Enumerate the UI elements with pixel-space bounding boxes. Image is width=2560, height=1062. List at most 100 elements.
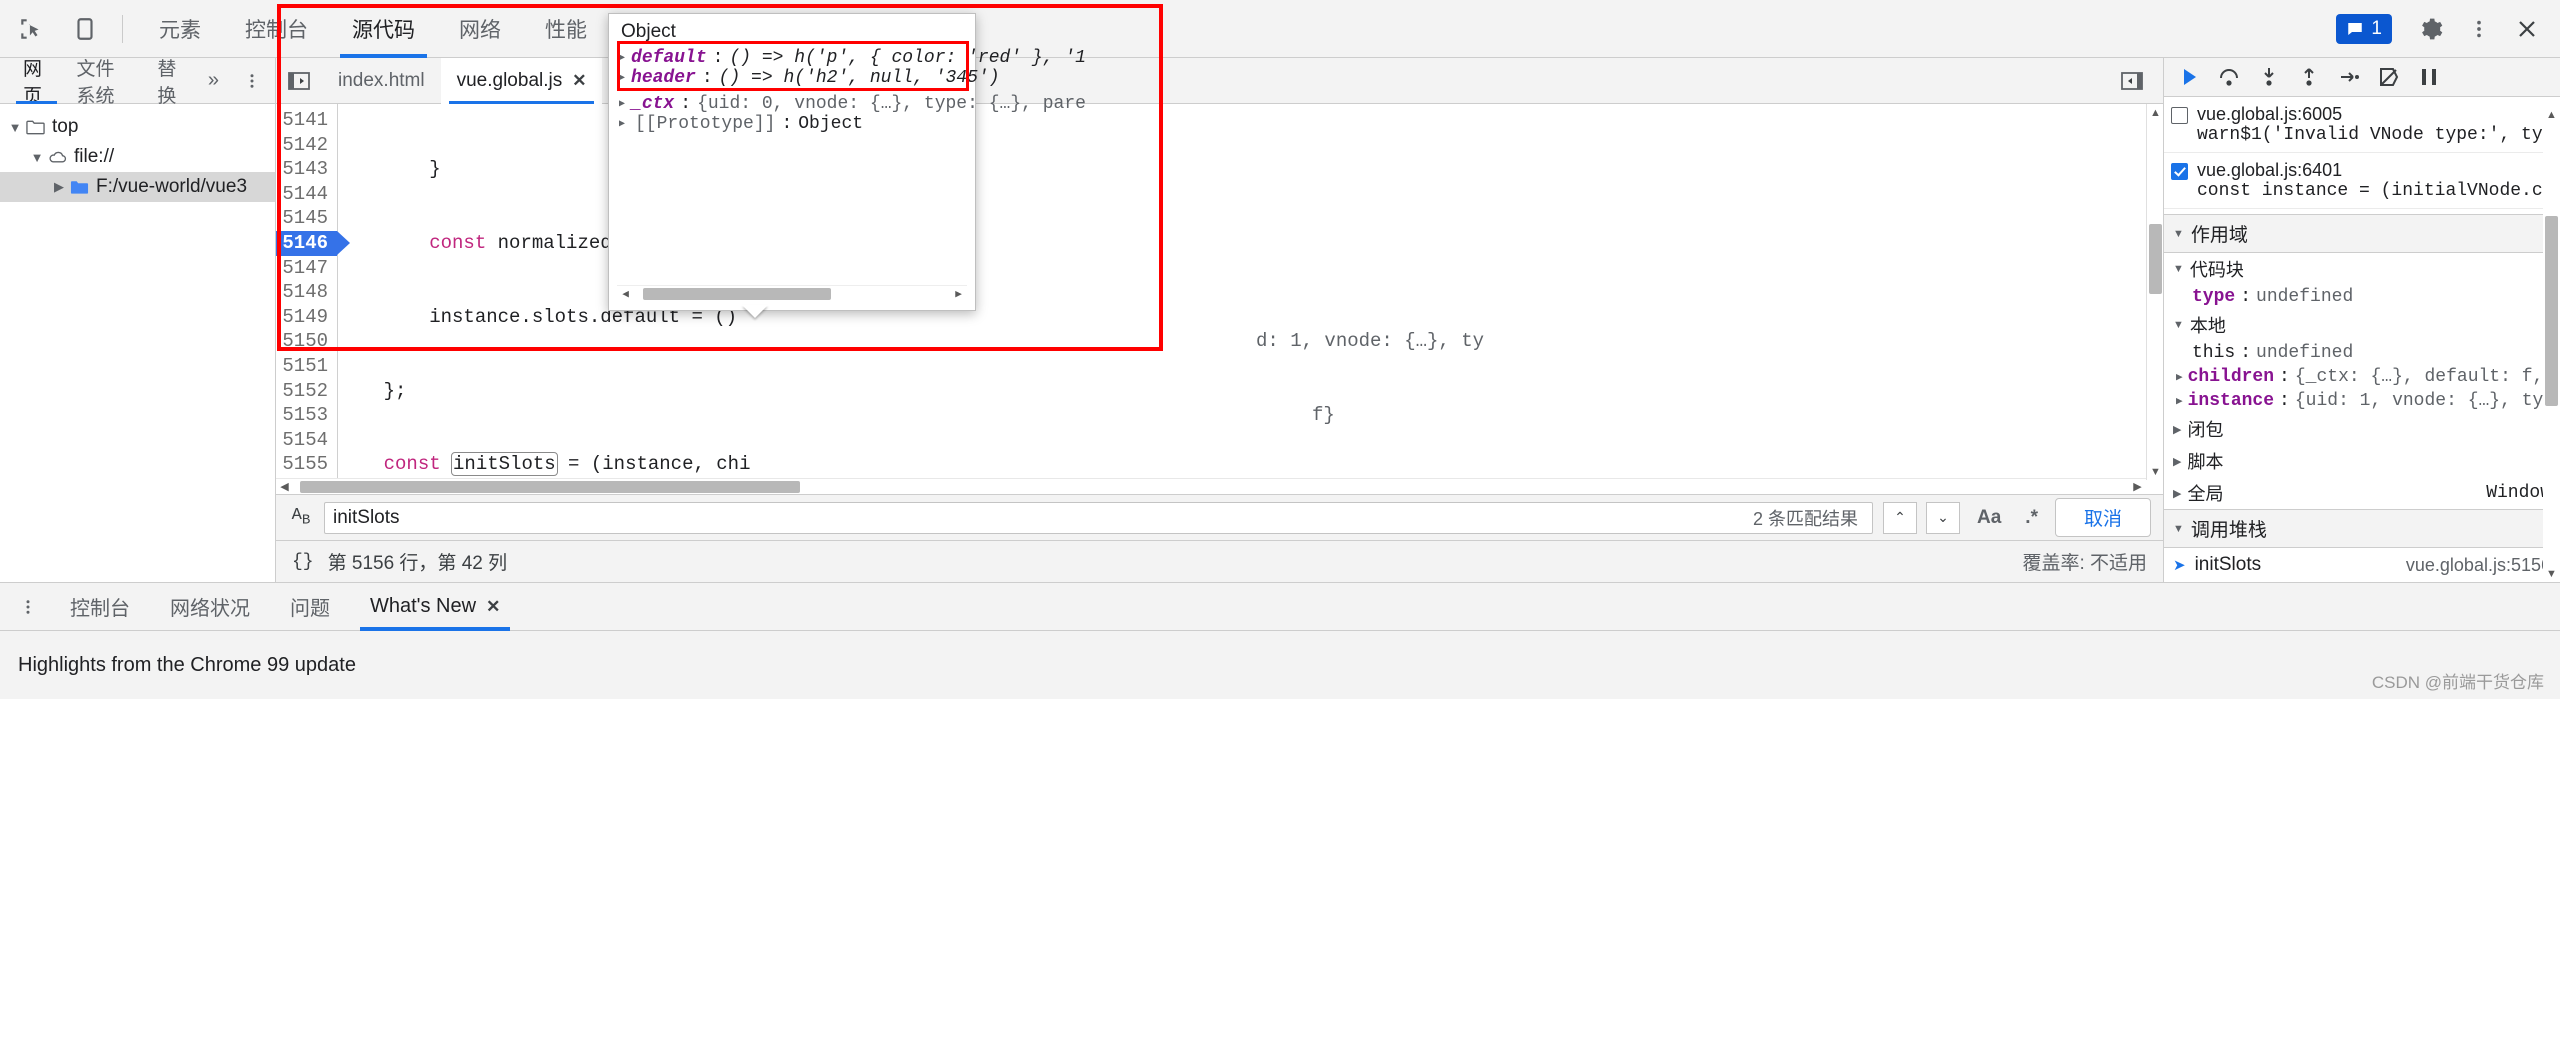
scrollbar-thumb[interactable] [2149,224,2162,294]
close-icon[interactable]: ✕ [572,71,586,91]
panel-tab-network[interactable]: 网络 [437,0,523,58]
panel-tab-console[interactable]: 控制台 [223,0,330,58]
callstack-section-header[interactable]: ▼ 调用堆栈 [2164,509,2560,548]
breakpoint-item[interactable]: vue.global.js:6005 warn$1('Invalid VNode… [2164,97,2560,153]
line-number[interactable]: 5147 [276,256,337,281]
editor-vertical-scrollbar[interactable]: ▲ ▼ [2146,104,2163,480]
line-number[interactable]: 5143 [276,157,337,182]
navigator-tab-filesystem[interactable]: 文件系统 [63,58,144,107]
line-number[interactable]: 5154 [276,428,337,453]
line-number[interactable]: 5152 [276,379,337,404]
line-number[interactable]: 5155 [276,452,337,477]
scroll-left-arrow-icon[interactable]: ◀ [276,479,293,495]
inspect-element-icon[interactable] [8,6,54,52]
line-number[interactable]: 5151 [276,354,337,379]
line-number[interactable]: 5150 [276,329,337,354]
more-vertical-icon[interactable] [6,595,50,619]
code-line[interactable]: const initSlots = (instance, chi [338,452,2163,477]
breakpoint-item[interactable]: vue.global.js:6401 const instance = (ini… [2164,153,2560,209]
match-case-toggle[interactable]: Aa [1970,507,2008,529]
drawer-tab-whats-new[interactable]: What's New ✕ [350,583,520,631]
source-tab-vue-global-js[interactable]: vue.global.js ✕ [440,57,603,104]
panel-tab-performance[interactable]: 性能 [523,0,609,58]
tree-item-vue3-folder[interactable]: ▶ F:/vue-world/vue3 [0,172,275,202]
step-out-button[interactable] [2290,58,2328,96]
line-number[interactable]: 5148 [276,280,337,305]
search-input[interactable] [333,506,1753,529]
scrollbar-thumb[interactable] [2545,216,2558,406]
tree-item-top[interactable]: ▼ top [0,112,275,142]
chevron-right-icon[interactable]: ▶ [619,98,625,110]
chevron-right-icon[interactable]: ▶ [2176,394,2183,408]
search-input-wrapper[interactable]: 2 条匹配结果 [324,501,1873,534]
step-over-button[interactable] [2210,58,2248,96]
breakpoint-checkbox[interactable] [2171,107,2188,124]
scope-group-local[interactable]: ▼ 本地 [2164,309,2560,341]
popup-property-ctx[interactable]: ▶ _ctx: {uid: 0, vnode: {…}, type: {…}, … [615,94,1086,114]
panel-tab-elements[interactable]: 元素 [137,0,223,58]
navigator-tab-page[interactable]: 网页 [10,58,63,107]
scroll-right-arrow-icon[interactable]: ▶ [2129,479,2146,495]
code-line[interactable]: }; [338,379,2163,404]
source-tab-index-html[interactable]: index.html [322,58,441,104]
cancel-button[interactable]: 取消 [2054,498,2151,537]
close-icon[interactable]: ✕ [486,597,500,617]
scrollbar-thumb[interactable] [300,480,800,493]
more-vertical-icon[interactable] [229,70,275,92]
scope-property-instance[interactable]: ▶ instance: {uid: 1, vnode: {…}, type: {… [2164,389,2560,413]
scope-group-global[interactable]: ▶ 全局 Window [2164,477,2560,509]
tree-item-file-scheme[interactable]: ▼ file:// [0,142,275,172]
scope-group-script[interactable]: ▶ 脚本 [2164,445,2560,477]
chevron-right-icon[interactable]: ▶ [2173,487,2181,500]
scroll-up-arrow-icon[interactable]: ▲ [2147,104,2163,121]
drawer-tab-console[interactable]: 控制台 [50,583,150,631]
scope-property-this[interactable]: this: undefined [2164,341,2560,365]
step-into-button[interactable] [2250,58,2288,96]
scroll-left-arrow-icon[interactable]: ◀ [617,286,634,303]
line-number[interactable]: 5153 [276,403,337,428]
line-number[interactable]: 5142 [276,133,337,158]
popup-horizontal-scrollbar[interactable]: ◀ ▶ [617,285,967,302]
code-editor[interactable]: 5141 5142 5143 5144 5145 5146 5147 5148 … [276,104,2163,494]
pretty-print-icon[interactable]: {} [292,552,314,572]
show-debugger-icon[interactable] [2109,70,2155,92]
regex-toggle[interactable]: .* [2018,507,2045,529]
callstack-frame[interactable]: ➤ initSlots vue.global.js:5156 [2164,548,2560,582]
popup-property-default[interactable]: ▶ default: () => h('p', { color: 'red' }… [615,48,1086,68]
find-next-button[interactable]: ⌄ [1926,501,1960,534]
gear-icon[interactable] [2408,6,2454,52]
editor-horizontal-scrollbar[interactable]: ◀ ▶ [276,478,2146,494]
navigator-more-tabs-button[interactable]: » [198,69,229,92]
message-count-badge[interactable]: 1 [2336,13,2392,44]
scope-property-children[interactable]: ▶ children: {_ctx: {…}, default: f, head… [2164,365,2560,389]
twisty-icon[interactable]: ▼ [28,150,46,165]
show-navigator-icon[interactable] [276,70,322,92]
twisty-icon[interactable]: ▼ [6,120,24,135]
scope-group-closure[interactable]: ▶ 闭包 [2164,413,2560,445]
replace-icon[interactable]: AB [288,506,314,528]
scroll-right-arrow-icon[interactable]: ▶ [950,286,967,303]
deactivate-breakpoints-button[interactable] [2370,58,2408,96]
find-prev-button[interactable]: ⌃ [1883,501,1917,534]
line-number[interactable]: 5141 [276,108,337,133]
twisty-icon[interactable]: ▶ [50,179,68,195]
chevron-right-icon[interactable]: ▶ [2173,455,2181,468]
scroll-down-arrow-icon[interactable]: ▼ [2147,463,2163,480]
step-button[interactable] [2330,58,2368,96]
scroll-up-arrow-icon[interactable]: ▲ [2543,106,2560,123]
more-vertical-icon[interactable] [2456,6,2502,52]
chevron-right-icon[interactable]: ▶ [619,52,625,64]
scrollbar-thumb[interactable] [643,288,831,300]
resume-button[interactable] [2170,58,2208,96]
close-icon[interactable] [2504,6,2550,52]
scroll-down-arrow-icon[interactable]: ▼ [2543,565,2560,582]
popup-property-header[interactable]: ▶ header: () => h('h2', null, '345') [615,68,1000,88]
drawer-tab-network-conditions[interactable]: 网络状况 [150,583,270,631]
popup-property-prototype[interactable]: ▶ [[Prototype]]: Object [615,114,969,134]
chevron-right-icon[interactable]: ▶ [2173,423,2181,436]
navigator-tab-overrides[interactable]: 替换 [144,58,197,107]
chevron-right-icon[interactable]: ▶ [2176,370,2183,384]
line-number[interactable]: 5149 [276,305,337,330]
chevron-right-icon[interactable]: ▶ [619,118,629,130]
debugger-vertical-scrollbar[interactable]: ▲ ▼ [2543,106,2560,582]
